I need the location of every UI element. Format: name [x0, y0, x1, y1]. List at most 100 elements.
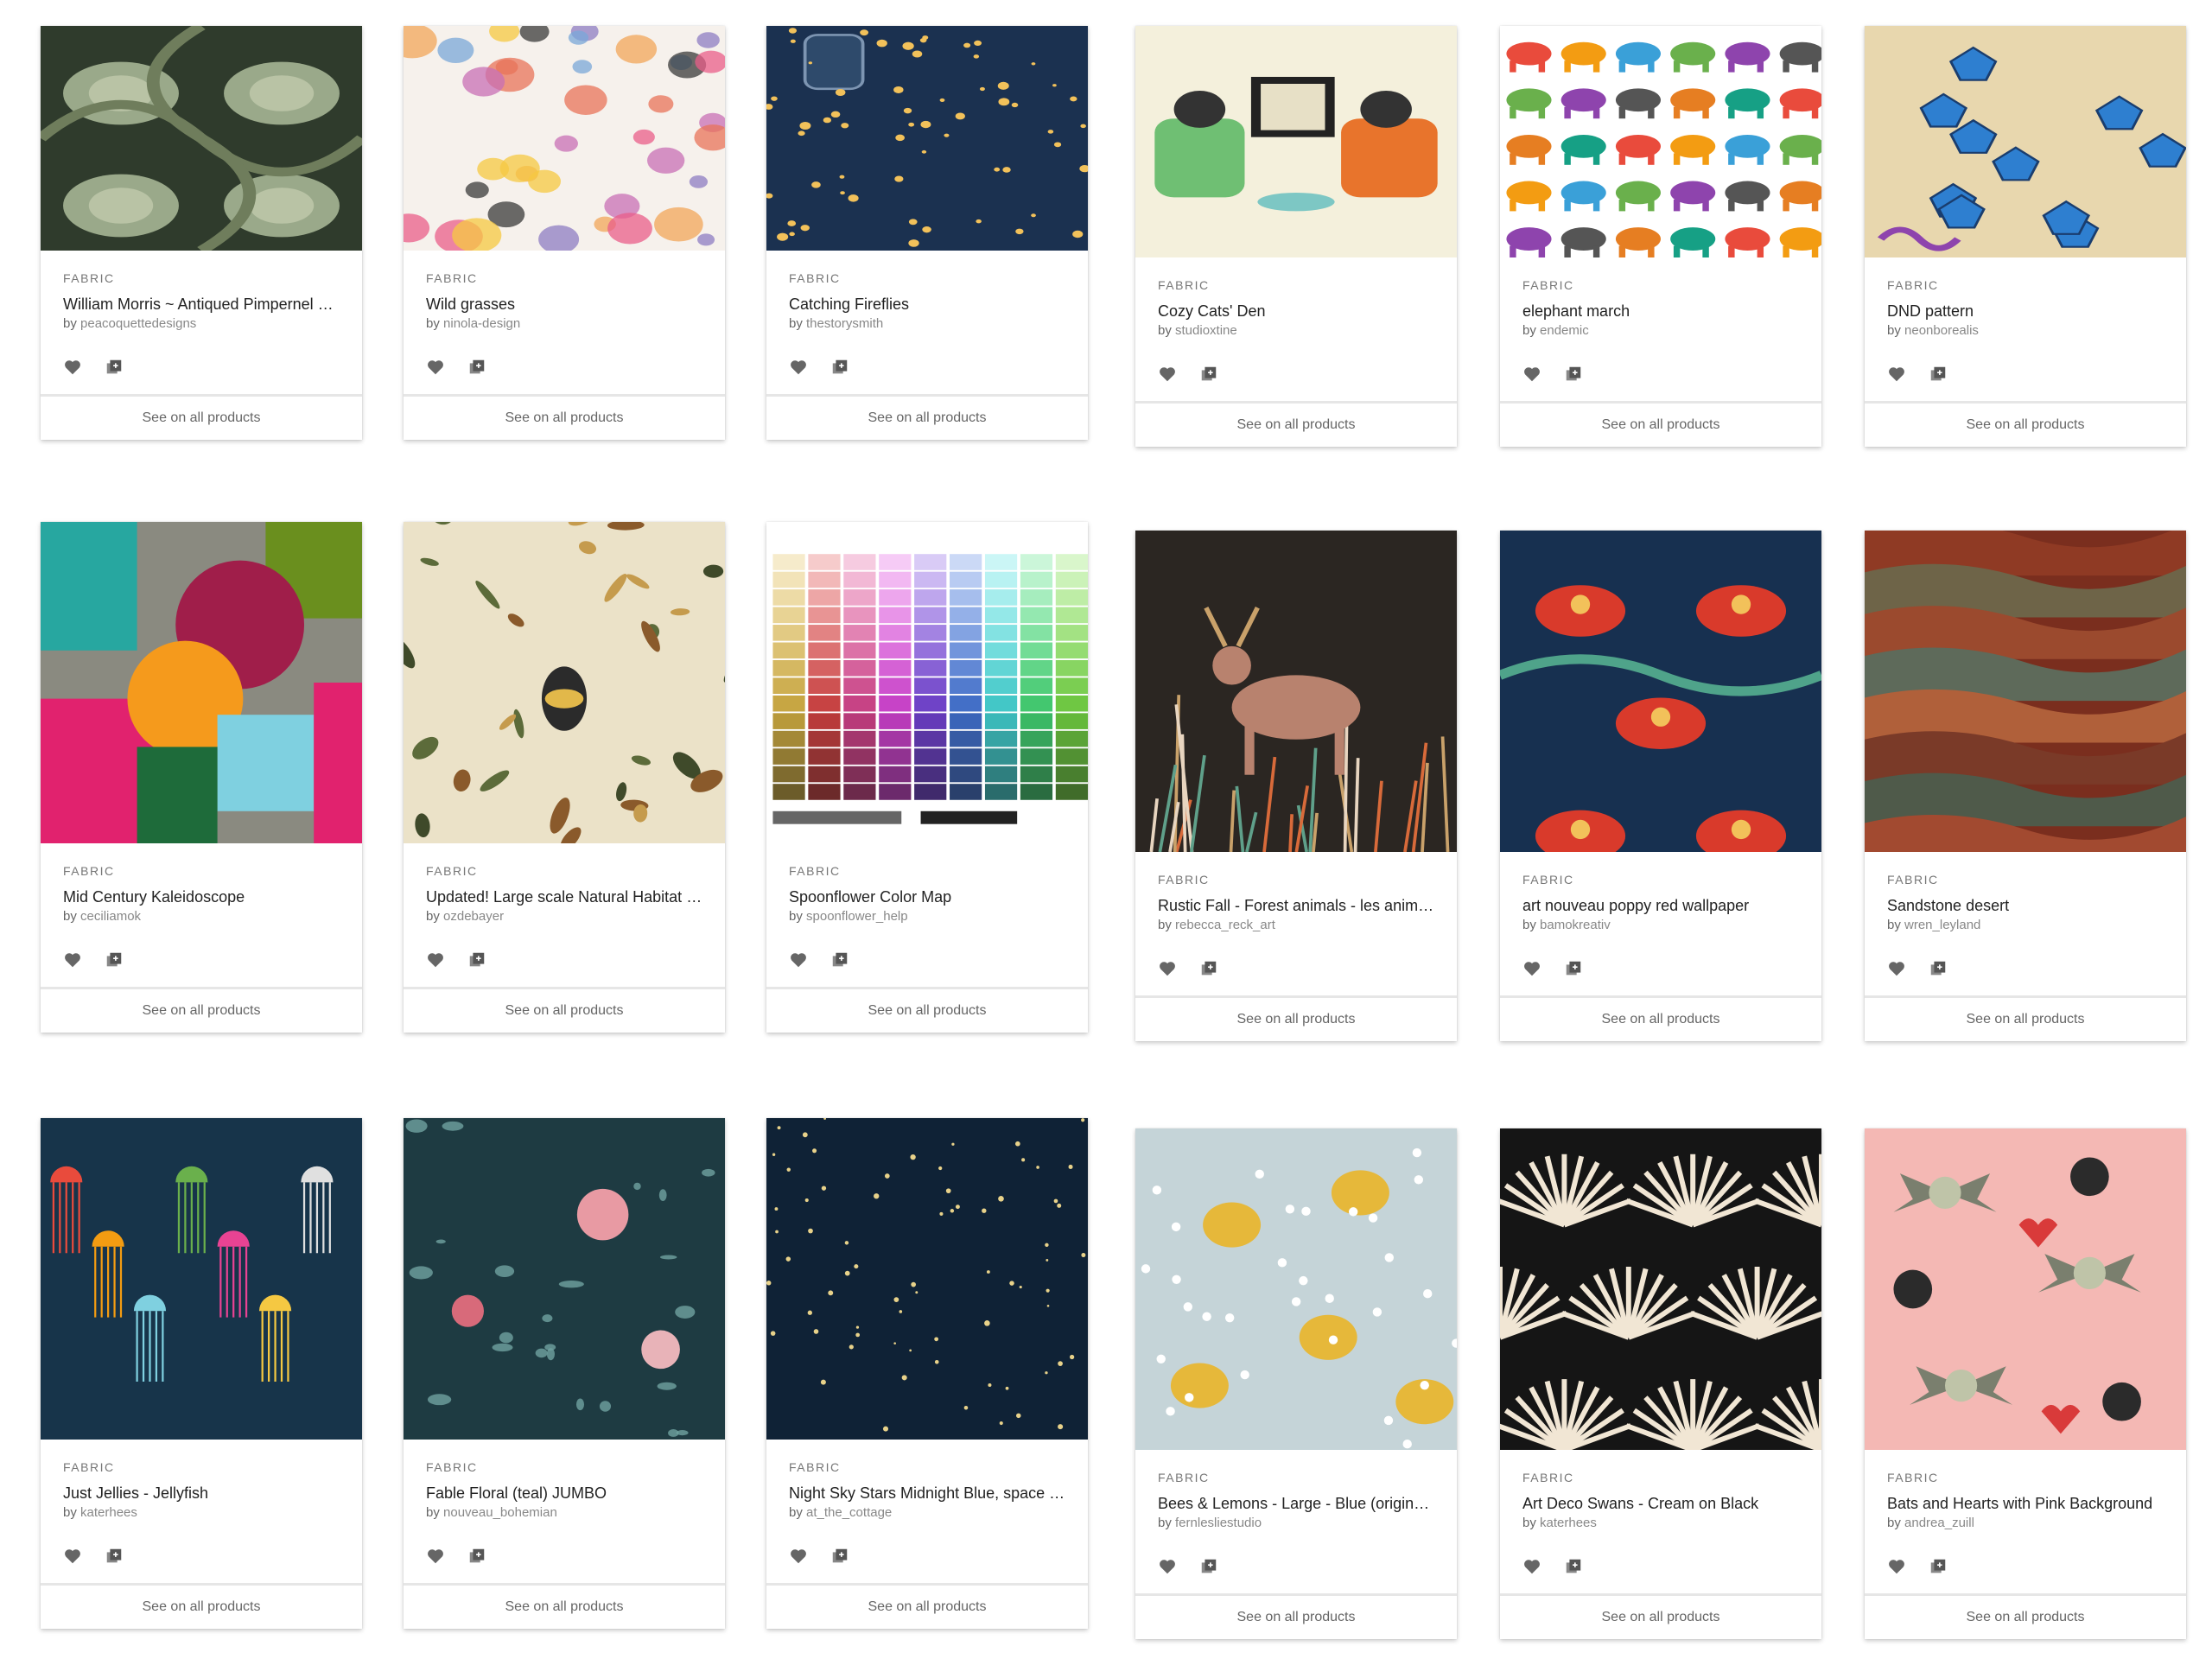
designer-link[interactable]: katerhees: [80, 1505, 137, 1520]
product-card[interactable]: FABRIC Rustic Fall - Forest animals - le…: [1135, 531, 1457, 1041]
heart-icon[interactable]: [789, 358, 808, 377]
product-card[interactable]: FABRIC Bats and Hearts with Pink Backgro…: [1865, 1128, 2186, 1639]
see-all-products-button[interactable]: See on all products: [766, 1586, 1088, 1629]
fabric-thumbnail[interactable]: [404, 522, 725, 843]
add-to-collection-icon[interactable]: [467, 1547, 486, 1566]
designer-link[interactable]: nouveau_bohemian: [443, 1505, 557, 1520]
product-card[interactable]: FABRIC DND pattern by neonborealis See o…: [1865, 26, 2186, 447]
fabric-thumbnail[interactable]: [1500, 1128, 1821, 1450]
add-to-collection-icon[interactable]: [467, 950, 486, 969]
add-to-collection-icon[interactable]: [105, 950, 124, 969]
fabric-thumbnail[interactable]: [41, 1118, 362, 1440]
fabric-thumbnail[interactable]: [41, 26, 362, 251]
product-title[interactable]: Updated! Large scale Natural Habitat o..…: [426, 887, 702, 906]
product-card[interactable]: FABRIC Sandstone desert by wren_leyland …: [1865, 531, 2186, 1041]
product-title[interactable]: Mid Century Kaleidoscope: [63, 887, 340, 906]
product-title[interactable]: Sandstone desert: [1887, 896, 2164, 915]
add-to-collection-icon[interactable]: [1199, 959, 1218, 978]
fabric-thumbnail[interactable]: [41, 522, 362, 843]
add-to-collection-icon[interactable]: [105, 1547, 124, 1566]
fabric-thumbnail[interactable]: [404, 26, 725, 251]
add-to-collection-icon[interactable]: [1199, 365, 1218, 384]
see-all-products-button[interactable]: See on all products: [766, 989, 1088, 1033]
product-card[interactable]: FABRIC Mid Century Kaleidoscope by cecil…: [41, 522, 362, 1033]
designer-link[interactable]: bamokreativ: [1540, 918, 1611, 932]
designer-link[interactable]: endemic: [1540, 323, 1589, 338]
product-title[interactable]: Wild grasses: [426, 295, 702, 314]
fabric-thumbnail[interactable]: [766, 1118, 1088, 1440]
product-card[interactable]: FABRIC Spoonflower Color Map by spoonflo…: [766, 522, 1088, 1033]
product-title[interactable]: Night Sky Stars Midnight Blue, space , n…: [789, 1484, 1065, 1503]
fabric-thumbnail[interactable]: [1865, 531, 2186, 852]
see-all-products-button[interactable]: See on all products: [1865, 1596, 2186, 1639]
see-all-products-button[interactable]: See on all products: [1135, 1596, 1457, 1639]
designer-link[interactable]: at_the_cottage: [806, 1505, 892, 1520]
fabric-thumbnail[interactable]: [404, 1118, 725, 1440]
add-to-collection-icon[interactable]: [1564, 365, 1583, 384]
product-title[interactable]: elephant march: [1522, 302, 1799, 321]
designer-link[interactable]: peacoquettedesigns: [80, 316, 196, 331]
add-to-collection-icon[interactable]: [1929, 959, 1948, 978]
add-to-collection-icon[interactable]: [830, 950, 849, 969]
add-to-collection-icon[interactable]: [1929, 365, 1948, 384]
see-all-products-button[interactable]: See on all products: [1500, 1596, 1821, 1639]
heart-icon[interactable]: [1158, 959, 1177, 978]
heart-icon[interactable]: [1522, 1557, 1541, 1576]
designer-link[interactable]: neonborealis: [1904, 323, 1979, 338]
designer-link[interactable]: andrea_zuill: [1904, 1516, 1974, 1530]
product-card[interactable]: FABRIC Updated! Large scale Natural Habi…: [404, 522, 725, 1033]
designer-link[interactable]: ceciliamok: [80, 909, 141, 924]
fabric-thumbnail[interactable]: [1135, 1128, 1457, 1450]
heart-icon[interactable]: [426, 950, 445, 969]
product-card[interactable]: FABRIC Fable Floral (teal) JUMBO by nouv…: [404, 1118, 725, 1629]
see-all-products-button[interactable]: See on all products: [404, 397, 725, 440]
see-all-products-button[interactable]: See on all products: [1865, 998, 2186, 1041]
see-all-products-button[interactable]: See on all products: [1135, 404, 1457, 447]
fabric-thumbnail[interactable]: [1500, 26, 1821, 257]
add-to-collection-icon[interactable]: [1564, 959, 1583, 978]
add-to-collection-icon[interactable]: [1929, 1557, 1948, 1576]
add-to-collection-icon[interactable]: [1199, 1557, 1218, 1576]
designer-link[interactable]: ozdebayer: [443, 909, 504, 924]
heart-icon[interactable]: [1158, 365, 1177, 384]
product-card[interactable]: FABRIC Cozy Cats' Den by studioxtine See…: [1135, 26, 1457, 447]
designer-link[interactable]: studioxtine: [1175, 323, 1237, 338]
see-all-products-button[interactable]: See on all products: [41, 1586, 362, 1629]
heart-icon[interactable]: [1887, 1557, 1906, 1576]
see-all-products-button[interactable]: See on all products: [404, 989, 725, 1033]
product-title[interactable]: Spoonflower Color Map: [789, 887, 1065, 906]
heart-icon[interactable]: [1887, 959, 1906, 978]
product-card[interactable]: FABRIC Just Jellies - Jellyfish by kater…: [41, 1118, 362, 1629]
see-all-products-button[interactable]: See on all products: [1865, 404, 2186, 447]
fabric-thumbnail[interactable]: [1865, 1128, 2186, 1450]
add-to-collection-icon[interactable]: [467, 358, 486, 377]
see-all-products-button[interactable]: See on all products: [404, 1586, 725, 1629]
heart-icon[interactable]: [789, 1547, 808, 1566]
add-to-collection-icon[interactable]: [105, 358, 124, 377]
add-to-collection-icon[interactable]: [1564, 1557, 1583, 1576]
designer-link[interactable]: rebecca_reck_art: [1175, 918, 1275, 932]
product-title[interactable]: Bees & Lemons - Large - Blue (original c…: [1158, 1494, 1434, 1513]
heart-icon[interactable]: [1522, 365, 1541, 384]
fabric-thumbnail[interactable]: [1135, 531, 1457, 852]
fabric-thumbnail[interactable]: [1865, 26, 2186, 257]
product-title[interactable]: Catching Fireflies: [789, 295, 1065, 314]
product-card[interactable]: FABRIC elephant march by endemic See on …: [1500, 26, 1821, 447]
product-title[interactable]: Fable Floral (teal) JUMBO: [426, 1484, 702, 1503]
product-card[interactable]: FABRIC Catching Fireflies by thestorysmi…: [766, 26, 1088, 440]
heart-icon[interactable]: [789, 950, 808, 969]
product-card[interactable]: FABRIC William Morris ~ Antiqued Pimpern…: [41, 26, 362, 440]
product-card[interactable]: FABRIC Bees & Lemons - Large - Blue (ori…: [1135, 1128, 1457, 1639]
see-all-products-button[interactable]: See on all products: [766, 397, 1088, 440]
see-all-products-button[interactable]: See on all products: [1500, 404, 1821, 447]
product-card[interactable]: FABRIC Night Sky Stars Midnight Blue, sp…: [766, 1118, 1088, 1629]
product-card[interactable]: FABRIC art nouveau poppy red wallpaper b…: [1500, 531, 1821, 1041]
product-title[interactable]: Art Deco Swans - Cream on Black: [1522, 1494, 1799, 1513]
product-title[interactable]: Cozy Cats' Den: [1158, 302, 1434, 321]
designer-link[interactable]: ninola-design: [443, 316, 520, 331]
heart-icon[interactable]: [1522, 959, 1541, 978]
see-all-products-button[interactable]: See on all products: [41, 397, 362, 440]
heart-icon[interactable]: [426, 1547, 445, 1566]
heart-icon[interactable]: [63, 950, 82, 969]
fabric-thumbnail[interactable]: [766, 26, 1088, 251]
